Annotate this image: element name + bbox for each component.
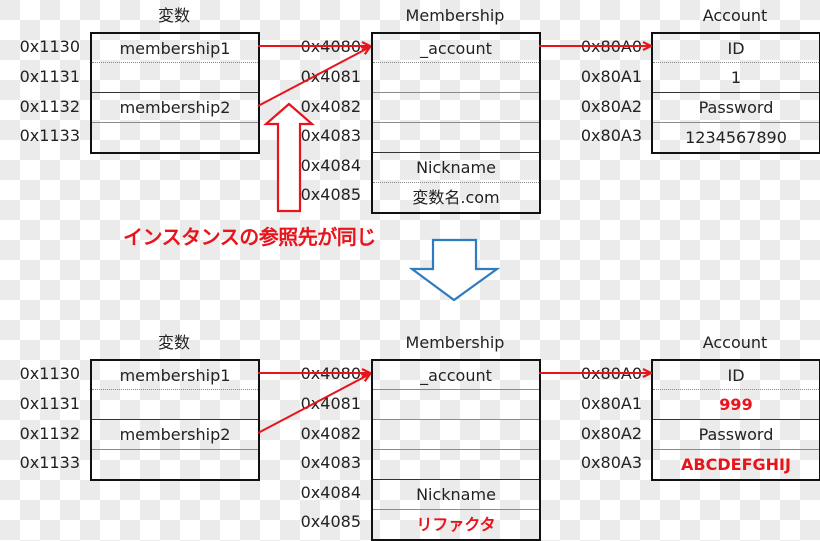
membership-cell <box>373 389 539 419</box>
address-label: 0x4084 <box>300 483 361 502</box>
membership-cell <box>373 419 539 449</box>
variable-cell: membership2 <box>92 419 258 449</box>
address-label: 0x4083 <box>300 126 361 145</box>
membership-cell <box>373 92 539 122</box>
down-arrow-icon <box>408 238 501 302</box>
address-label: 0x80A1 <box>580 394 642 413</box>
diagram-after: 変数 Membership Account 0x1130 0x1131 0x11… <box>0 327 820 541</box>
membership-box: _account Nickname 変数名.com <box>371 32 541 214</box>
address-label: 0x4084 <box>300 156 361 175</box>
variable-cell: membership1 <box>119 366 231 385</box>
address-label: 0x4081 <box>300 394 361 413</box>
account-cell: ID <box>727 39 745 58</box>
address-label: 0x80A2 <box>580 424 642 443</box>
variable-cell <box>92 389 258 419</box>
membership-title: Membership <box>405 333 505 352</box>
variables-title: 変数 <box>157 333 190 352</box>
address-label: 0x80A3 <box>580 453 642 472</box>
variable-cell: membership1 <box>119 39 231 58</box>
address-label: 0x80A0 <box>580 364 642 383</box>
membership-cell: _account <box>420 366 492 385</box>
address-label: 0x4082 <box>300 97 361 116</box>
account-cell-changed: 999 <box>653 389 819 419</box>
membership-cell: Nickname <box>373 479 539 509</box>
address-label: 0x4080 <box>300 37 361 56</box>
account-cell: Password <box>653 419 819 449</box>
address-label: 0x1132 <box>19 97 80 116</box>
address-label: 0x1131 <box>19 67 80 86</box>
account-cell-changed: ABCDEFGHIJ <box>653 449 819 479</box>
caption-same-reference: インスタンスの参照先が同じ <box>123 225 376 249</box>
membership-cell <box>373 62 539 92</box>
account-cell: ID <box>727 366 745 385</box>
membership-box: _account Nickname リファクタ <box>371 359 541 541</box>
account-cell: 1234567890 <box>653 122 819 152</box>
account-title: Account <box>702 333 768 352</box>
variable-cell: membership2 <box>92 92 258 122</box>
address-label: 0x80A2 <box>580 97 642 116</box>
account-box: ID 1 Password 1234567890 <box>651 32 820 154</box>
membership-title: Membership <box>405 6 505 25</box>
variables-box: membership1 membership2 <box>90 359 260 481</box>
address-label: 0x1130 <box>19 37 80 56</box>
account-cell: 1 <box>653 62 819 92</box>
membership-cell <box>373 122 539 152</box>
variables-title: 変数 <box>157 6 190 25</box>
account-title: Account <box>702 6 768 25</box>
address-label: 0x80A0 <box>580 37 642 56</box>
variable-cell <box>92 62 258 92</box>
address-label: 0x4085 <box>300 185 361 204</box>
address-label: 0x1130 <box>19 364 80 383</box>
address-label: 0x4083 <box>300 453 361 472</box>
account-box: ID 999 Password ABCDEFGHIJ <box>651 359 820 481</box>
variable-cell <box>92 122 258 152</box>
variable-cell <box>92 449 258 479</box>
variables-box: membership1 membership2 <box>90 32 260 154</box>
account-cell: Password <box>653 92 819 122</box>
address-label: 0x1133 <box>19 126 80 145</box>
address-label: 0x80A1 <box>580 67 642 86</box>
address-label: 0x1132 <box>19 424 80 443</box>
diagram-before: 変数 Membership Account 0x1130 0x1131 0x11… <box>0 0 820 214</box>
membership-cell <box>373 449 539 479</box>
address-label: 0x4081 <box>300 67 361 86</box>
address-label: 0x1133 <box>19 453 80 472</box>
address-label: 0x80A3 <box>580 126 642 145</box>
membership-cell: _account <box>420 39 492 58</box>
address-label: 0x4080 <box>300 364 361 383</box>
membership-cell-changed: リファクタ <box>373 509 539 539</box>
address-label: 0x4082 <box>300 424 361 443</box>
membership-cell: 変数名.com <box>373 182 539 212</box>
address-label: 0x4085 <box>300 512 361 531</box>
address-label: 0x1131 <box>19 394 80 413</box>
membership-cell: Nickname <box>373 152 539 182</box>
